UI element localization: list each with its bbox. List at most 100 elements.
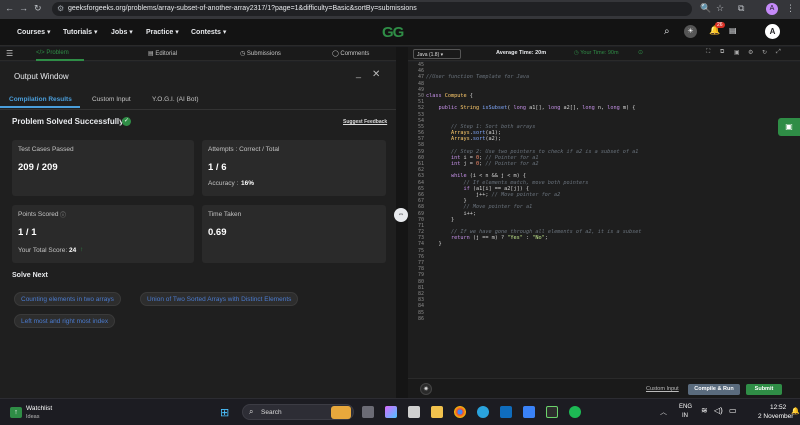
zoom-icon[interactable]: 🔍: [700, 3, 711, 14]
copilot-icon[interactable]: [385, 406, 397, 418]
telegram-icon[interactable]: [477, 406, 489, 418]
test-cases-card: Test Cases Passed 209 / 209: [12, 140, 194, 196]
file-explorer-icon[interactable]: [431, 406, 443, 418]
menu-practice[interactable]: Practice ▾: [146, 28, 179, 36]
output-window-title: Output Window: [14, 72, 69, 81]
language-select[interactable]: Java (1.8) ▾: [413, 49, 461, 59]
line-number: 86: [417, 315, 424, 322]
site-info-icon[interactable]: ⚙: [57, 4, 64, 13]
windows-start-icon[interactable]: ⊞: [220, 406, 229, 419]
status-text: Problem Solved Successfully: [12, 117, 124, 126]
submit-button[interactable]: Submit: [746, 384, 782, 395]
menu-jobs[interactable]: Jobs ▾: [111, 28, 133, 36]
test-cases-label: Test Cases Passed: [18, 146, 74, 153]
code-line[interactable]: public String isSubset( long a1[], long …: [426, 105, 642, 111]
menu-tutorials[interactable]: Tutorials ▾: [63, 28, 98, 36]
code-editor[interactable]: 45 46 47 48 49 50 51 52 53 54 55 56 57 58 59 60 61 62 63 64…: [408, 62, 800, 378]
battery-icon[interactable]: ▭: [729, 406, 737, 415]
terminal-icon[interactable]: [546, 406, 558, 418]
panel-splitter[interactable]: [396, 47, 408, 398]
more-menu-icon[interactable]: ⋮: [786, 3, 795, 14]
average-time: Average Time: 20m: [496, 50, 547, 56]
edge-icon[interactable]: [523, 406, 535, 418]
translate-icon[interactable]: ▤: [729, 26, 737, 35]
gfg-logo[interactable]: GG: [382, 24, 418, 42]
address-bar[interactable]: ⚙ geeksforgeeks.org/problems/array-subse…: [52, 2, 692, 16]
solve-next-title: Solve Next: [12, 272, 48, 279]
editor-toolbar: Java (1.8) ▾ Average Time: 20m ◷ Your Ti…: [408, 47, 800, 61]
widget-title[interactable]: Watchlist: [26, 405, 52, 412]
tab-problem[interactable]: </> Problem: [36, 50, 69, 56]
back-icon[interactable]: ←: [5, 3, 14, 13]
tab-editorial[interactable]: ▤ Editorial: [148, 50, 177, 57]
problem-tabs: ☰ </> Problem ▤ Editorial ◷ Submissions …: [0, 47, 396, 61]
tab-custom-input[interactable]: Custom Input: [92, 96, 131, 103]
time-label: Time Taken: [208, 211, 242, 218]
watchlist-widget-icon[interactable]: ↑: [10, 407, 22, 418]
tray-chevron-icon[interactable]: ︿: [660, 407, 667, 417]
attempts-label: Attempts : Correct / Total: [208, 146, 280, 153]
compile-run-button[interactable]: Compile & Run: [688, 384, 740, 395]
bulb-icon[interactable]: ✷: [420, 383, 432, 395]
custom-input-link[interactable]: Custom Input: [646, 386, 679, 392]
fullscreen-icon[interactable]: ⛶: [706, 49, 710, 56]
taskbar-search[interactable]: ⌕ Search: [242, 404, 354, 420]
timer-toggle-icon[interactable]: ⊙: [638, 49, 643, 56]
user-avatar[interactable]: A: [765, 24, 780, 39]
solve-next-chip[interactable]: Counting elements in two arrays: [14, 292, 121, 306]
points-label: Points Scored: [18, 211, 59, 218]
attempts-card: Attempts : Correct / Total 1 / 6 Accurac…: [202, 140, 386, 196]
notification-center-icon[interactable]: 🔔: [791, 407, 800, 415]
run-bar: ✷ Custom Input Compile & Run Submit: [408, 378, 800, 398]
profile-avatar[interactable]: A: [766, 3, 778, 15]
search-highlight-icon: [331, 406, 351, 419]
search-icon[interactable]: ⌕: [664, 26, 670, 37]
solve-next-chip[interactable]: Union of Two Sorted Arrays with Distinct…: [140, 292, 299, 306]
language-indicator[interactable]: ENG: [679, 404, 692, 410]
format-icon[interactable]: ▣: [734, 49, 740, 56]
close-icon[interactable]: ✕: [372, 69, 380, 80]
browser-toolbar: ← → ↻ ⚙ geeksforgeeks.org/problems/array…: [0, 0, 800, 19]
theme-toggle-icon[interactable]: ☀: [684, 25, 697, 38]
points-card: Points Scored ⓘ 1 / 1 Your Total Score: …: [12, 205, 194, 263]
time-value: 0.69: [208, 227, 227, 238]
extensions-icon[interactable]: ⧉: [738, 3, 744, 14]
chrome-icon[interactable]: [454, 406, 466, 418]
arrow-up-icon: ↑: [80, 246, 84, 253]
copy-icon[interactable]: ⧉: [720, 49, 724, 56]
wifi-icon[interactable]: ≋: [701, 406, 708, 415]
spotify-icon[interactable]: [569, 406, 581, 418]
clock-time[interactable]: 12:52: [770, 404, 786, 411]
suggest-feedback-link[interactable]: Suggest Feedback: [343, 119, 387, 125]
tab-comments[interactable]: ◯ Comments: [332, 50, 369, 57]
time-taken-card: Time Taken 0.69: [202, 205, 386, 263]
reload-icon[interactable]: ↻: [34, 3, 42, 14]
bookmark-icon[interactable]: ☆: [716, 3, 724, 14]
chat-icon[interactable]: ▣: [778, 118, 800, 136]
tab-compilation-results[interactable]: Compilation Results: [9, 96, 72, 103]
menu-courses[interactable]: Courses ▾: [17, 28, 50, 36]
store-icon[interactable]: [408, 406, 420, 418]
divider: [0, 109, 396, 110]
attempts-value: 1 / 6: [208, 162, 227, 173]
task-view-icon[interactable]: [362, 406, 374, 418]
info-icon[interactable]: ⓘ: [60, 210, 66, 219]
tab-yogi-ai-bot[interactable]: Y.O.G.I. (AI Bot): [152, 96, 198, 103]
code-line[interactable]: [426, 316, 642, 322]
settings-icon[interactable]: ⚙: [748, 49, 753, 56]
resize-handle-icon[interactable]: ⇔: [394, 208, 408, 222]
accuracy-label: Accuracy :: [208, 180, 239, 187]
tab-submissions[interactable]: ◷ Submissions: [240, 50, 281, 57]
expand-icon[interactable]: ⤢: [776, 49, 781, 56]
forward-icon[interactable]: →: [19, 3, 28, 13]
hamburger-icon[interactable]: ☰: [6, 49, 13, 58]
solve-next-chip[interactable]: Left most and right most index: [14, 314, 116, 328]
minimize-icon[interactable]: _: [356, 68, 361, 78]
volume-icon[interactable]: ◁): [714, 406, 723, 415]
notification-badge: 26: [715, 22, 725, 28]
windows-taskbar: ↑ Watchlist Ideas ⊞ ⌕ Search ︿ ENG IN ≋ …: [0, 398, 800, 425]
code-content[interactable]: //User function Template for Java class …: [426, 62, 642, 322]
reset-icon[interactable]: ↻: [762, 49, 767, 56]
outlook-icon[interactable]: [500, 406, 512, 418]
menu-contests[interactable]: Contests ▾: [191, 28, 226, 36]
